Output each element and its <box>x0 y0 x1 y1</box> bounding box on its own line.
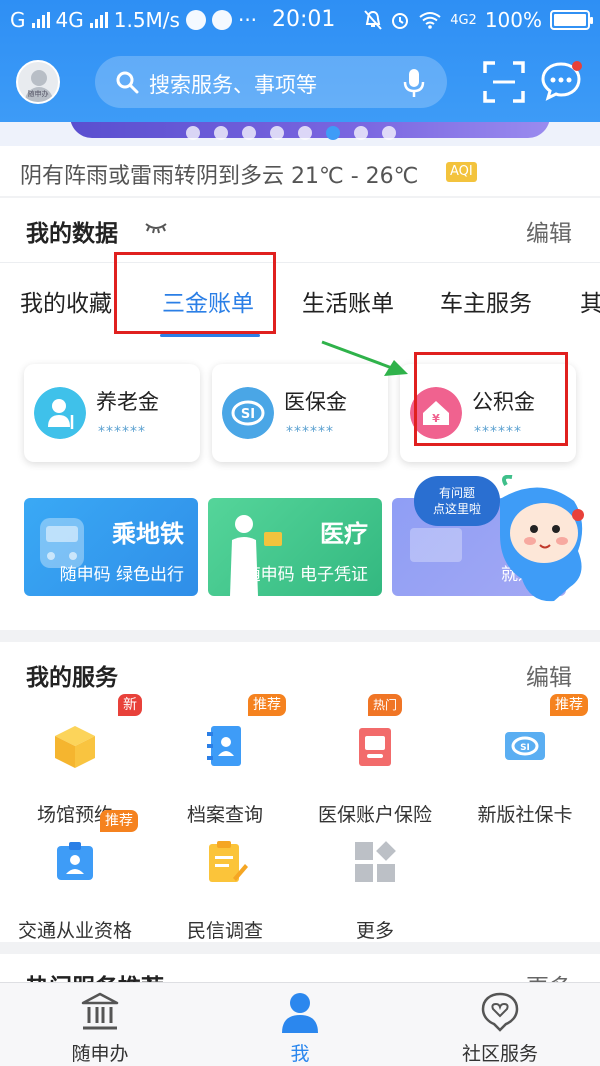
my-data-edit-button[interactable]: 编辑 <box>526 214 572 248</box>
search-bar[interactable]: 搜索服务、事项等 <box>95 56 447 108</box>
battery-icon <box>550 10 593 30</box>
tab-favorites[interactable]: 我的收藏 <box>20 284 112 318</box>
nav-label: 我 <box>290 1043 310 1065</box>
fund-name: 养老金 <box>96 390 159 414</box>
service-label: 新版社保卡 <box>477 804 573 826</box>
archive-icon <box>207 726 241 766</box>
svg-text:SI: SI <box>520 743 530 753</box>
service-label: 民信调查 <box>186 920 263 942</box>
tab-other[interactable]: 其 <box>580 284 600 318</box>
annotation-arrow-icon <box>321 340 408 376</box>
clock: 20:01 <box>272 7 336 32</box>
app-header: 随申办 搜索服务、事项等 <box>0 52 600 112</box>
promo-metro[interactable]: 乘地铁 随申码 绿色出行 <box>24 498 198 596</box>
fund-masked-value: ****** <box>286 424 334 440</box>
status-bar: G 4G 1.5M/s ··· 20:01 4G2 100% <box>0 0 600 42</box>
badge-recommended: 推荐 <box>100 810 138 832</box>
app-notification-icon-2 <box>211 10 232 30</box>
fund-name: 医保金 <box>284 390 347 414</box>
highlight-box-tab <box>114 252 276 334</box>
service-label: 档案查询 <box>186 804 263 826</box>
search-placeholder: 搜索服务、事项等 <box>149 73 317 97</box>
battery-percent: 100% <box>484 8 542 32</box>
promo-medical[interactable]: 医疗 随申码 电子凭证 <box>208 498 382 596</box>
network-speed: 1.5M/s <box>113 8 180 32</box>
tab-living-bills[interactable]: 生活账单 <box>302 284 394 318</box>
more-notifications-icon: ··· <box>237 8 258 32</box>
tab-car-owner[interactable]: 车主服务 <box>440 284 532 318</box>
nav-label: 社区服务 <box>461 1043 538 1065</box>
badge-hot: 热门 <box>368 694 403 716</box>
avatar-caption: 随申办 <box>27 90 49 98</box>
signal-icon <box>31 12 50 28</box>
more-grid-icon <box>355 841 396 882</box>
fund-masked-value: ****** <box>98 424 146 440</box>
active-tab-indicator <box>160 334 260 337</box>
card-icon <box>410 528 462 562</box>
svg-text:SI: SI <box>241 407 255 422</box>
survey-icon <box>209 841 248 882</box>
help-bubble[interactable]: 有问题 点这里啦 <box>414 476 500 526</box>
promo-title: 乘地铁 <box>112 520 184 548</box>
signal-icon-2 <box>89 12 108 28</box>
person-icon <box>282 993 318 1033</box>
heart-chat-icon <box>481 992 519 1032</box>
social-card-icon: SI <box>505 732 545 760</box>
aqi-badge[interactable]: AQI <box>446 162 477 182</box>
government-building-icon <box>81 992 119 1030</box>
bottom-navigation: 随申办 我 社区服务 <box>0 982 600 1066</box>
search-icon <box>116 71 139 94</box>
badge-new: 新 <box>118 694 142 716</box>
weather-bar: 阴有阵雨或雷雨转阴到多云 21℃ - 26℃ AQI <box>0 146 600 196</box>
pension-icon <box>34 387 86 439</box>
service-label: 医保账户保险 <box>317 804 432 826</box>
mute-icon <box>364 10 382 30</box>
network-label: 4G <box>55 8 84 32</box>
insurance-icon <box>359 728 391 766</box>
avatar[interactable]: 随申办 <box>16 60 60 104</box>
top-header-area: G 4G 1.5M/s ··· 20:01 4G2 100% 随申办 搜索服务、… <box>0 0 600 130</box>
network-label-right: 4G2 <box>450 12 477 28</box>
carrier-label: G <box>10 8 26 32</box>
highlight-box-housing-fund <box>414 352 568 446</box>
alarm-icon <box>392 13 409 29</box>
nav-suishenban[interactable]: 随申办 <box>30 991 170 1066</box>
microphone-icon[interactable] <box>403 68 425 98</box>
service-label: 更多 <box>355 920 394 942</box>
my-data-title: 我的数据 <box>26 221 118 247</box>
fund-card-pension[interactable]: 养老金 ****** <box>24 364 200 462</box>
badge-recommended: 推荐 <box>550 694 588 716</box>
promo-title: 医疗 <box>320 520 368 548</box>
banner-carousel[interactable] <box>0 122 600 146</box>
carousel-dots <box>186 126 396 140</box>
message-icon[interactable] <box>540 60 584 102</box>
my-services-section: 我的服务 编辑 新 场馆预约 推荐 档案查询 热门 医保账户保险 SI 推荐 新… <box>0 642 600 942</box>
badge-recommended: 推荐 <box>248 694 286 716</box>
nav-community-services[interactable]: 社区服务 <box>430 991 570 1066</box>
help-bubble-line2: 点这里啦 <box>432 502 481 516</box>
nav-me[interactable]: 我 <box>230 991 370 1066</box>
wifi-icon <box>419 12 441 29</box>
weather-text: 阴有阵雨或雷雨转阴到多云 21℃ - 26℃ <box>20 164 419 189</box>
divider <box>0 262 600 263</box>
service-label: 交通从业资格 <box>17 920 132 942</box>
unread-dot <box>572 61 582 71</box>
nav-label: 随申办 <box>71 1043 129 1065</box>
promo-subtitle: 随申码 电子凭证 <box>243 565 368 585</box>
data-tabs: 我的收藏 三金账单 生活账单 车主服务 其 <box>0 284 600 340</box>
help-bubble-line1: 有问题 <box>438 486 475 500</box>
badge-id-icon <box>57 842 93 880</box>
medical-insurance-icon: SI <box>222 387 274 439</box>
box-icon <box>55 726 95 768</box>
my-services-title: 我的服务 <box>26 665 118 691</box>
app-notification-icon <box>185 10 206 30</box>
scan-icon[interactable] <box>483 61 525 103</box>
my-services-edit-button[interactable]: 编辑 <box>526 658 572 692</box>
promo-subtitle: 随申码 绿色出行 <box>59 565 184 585</box>
hide-eye-icon[interactable] <box>144 220 168 236</box>
